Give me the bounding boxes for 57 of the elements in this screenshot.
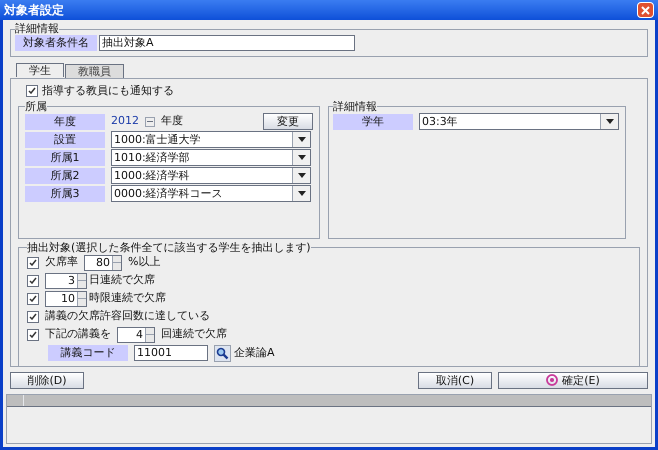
condition-suffix: 日連続で欠席 xyxy=(89,272,155,288)
field-label: 学年 xyxy=(333,114,413,130)
checkbox[interactable] xyxy=(27,256,39,268)
group-title: 詳細情報 xyxy=(15,23,59,35)
tab[interactable]: 教職員 xyxy=(65,64,124,78)
field-label: 設置 xyxy=(25,132,105,148)
field-label: 講義コード xyxy=(48,345,128,361)
condition-label: 欠席率 xyxy=(45,254,78,270)
spinner-field[interactable]: 80 xyxy=(84,254,122,270)
checkbox[interactable] xyxy=(27,274,39,286)
dropdown[interactable]: 0000:経済学科コース xyxy=(111,185,311,202)
close-button[interactable] xyxy=(637,2,654,18)
course-name: 企業論A xyxy=(234,344,275,361)
checkbox[interactable] xyxy=(27,310,39,322)
checkbox[interactable] xyxy=(27,328,39,340)
spinner-field[interactable]: 4 xyxy=(117,326,155,342)
search-button[interactable] xyxy=(214,344,231,362)
caret-icon xyxy=(292,150,310,165)
target-icon xyxy=(546,374,558,386)
caret-icon xyxy=(292,168,310,183)
checkbox[interactable] xyxy=(26,85,38,98)
condition-suffix: 時限連続で欠席 xyxy=(89,290,166,306)
change-button[interactable]: 変更 xyxy=(263,113,313,130)
caret-icon xyxy=(292,132,310,147)
tab[interactable]: 学生 xyxy=(16,63,64,77)
caret-icon xyxy=(292,186,310,201)
dropdown[interactable]: 1000:経済学科 xyxy=(111,167,311,184)
year-value: 2012 xyxy=(111,113,139,130)
delete-button[interactable]: 削除(D) xyxy=(10,372,84,388)
course-code-field[interactable]: 11001 xyxy=(134,345,208,361)
group-title: 詳細情報 xyxy=(333,100,377,112)
cancel-button[interactable]: 取消(C) xyxy=(418,372,492,388)
close-icon xyxy=(641,6,650,14)
field-label: 対象者条件名 xyxy=(15,35,97,51)
spinner-field[interactable]: 3 xyxy=(45,272,87,288)
spinner-field[interactable]: 10 xyxy=(45,290,87,306)
checkbox-label: 指導する教員にも通知する xyxy=(42,83,174,99)
checkbox[interactable] xyxy=(27,292,39,304)
dropdown[interactable]: 1000:富士通大学 xyxy=(111,131,311,148)
condition-suffix: %以上 xyxy=(128,254,160,270)
field-label: 所属1 xyxy=(25,150,105,166)
condition-name-field[interactable]: 抽出対象A xyxy=(99,35,355,51)
year-unit: 年度 xyxy=(161,113,183,130)
condition-suffix: 回連続で欠席 xyxy=(161,326,227,342)
dropdown[interactable]: 03:3年 xyxy=(419,113,619,130)
dropdown[interactable]: 1010:経済学部 xyxy=(111,149,311,166)
group-title: 所属 xyxy=(25,100,47,112)
minus-icon xyxy=(145,116,155,126)
field-label: 所属3 xyxy=(25,186,105,202)
window-title: 対象者設定 xyxy=(4,2,64,19)
condition-label: 下記の講義を xyxy=(45,326,111,342)
caret-icon xyxy=(600,114,618,129)
field-label: 所属2 xyxy=(25,168,105,184)
confirm-button[interactable]: 確定(E) xyxy=(498,372,648,388)
field-label: 年度 xyxy=(25,114,105,130)
group-title: 抽出対象(選択した条件全てに該当する学生を抽出します) xyxy=(27,242,311,254)
condition-label: 講義の欠席許容回数に達している xyxy=(45,308,210,324)
